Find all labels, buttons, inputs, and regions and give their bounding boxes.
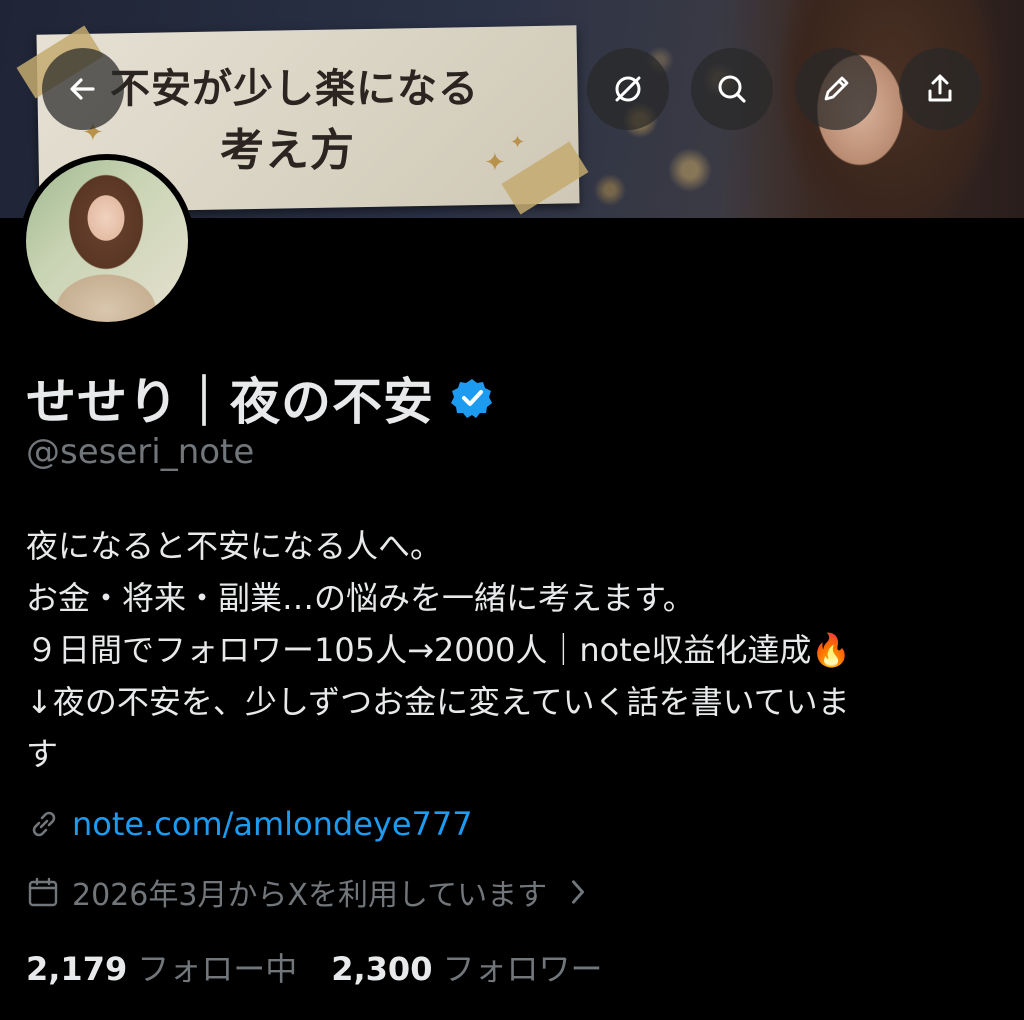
pencil-icon [824,76,849,101]
bio-line: お金・将来・副業…の悩みを一緒に考えます。 [26,579,695,617]
following-label[interactable]: フォロー中 [137,944,297,990]
followers-label[interactable]: フォロワー [442,944,602,990]
back-button[interactable] [42,48,124,130]
search-icon [718,75,746,103]
chevron-right-icon [572,880,585,904]
link-icon [32,811,56,837]
bio-line: ９日間でフォロワー105人→2000人｜note収益化達成🔥 [26,631,852,669]
bio-line: 夜になると不安になる人へ。 [26,527,443,565]
search-button[interactable] [691,48,773,130]
grok-icon [615,76,641,102]
user-handle: @seseri_note [26,432,255,472]
followers-count[interactable]: 2,300 [331,950,432,988]
back-arrow-icon [70,78,95,100]
share-icon [928,74,952,102]
avatar[interactable] [20,154,194,328]
edit-button[interactable] [795,48,877,130]
joined-date: 2026年3月からXを利用しています [72,878,548,913]
display-name: せせり｜夜の不安 [26,373,434,431]
bio-line: す [26,735,59,773]
profile-website-link[interactable]: note.com/amlondeye777 [72,805,473,843]
profile-bio: 夜になると不安になる人へ。 お金・将来・副業…の悩みを一緒に考えます。 ９日間で… [26,520,1006,780]
sparkle-icon: ✦ [510,132,526,153]
joined-row[interactable]: 2026年3月からXを利用しています [26,870,595,914]
follow-stats: 2,179 フォロー中 2,300 フォロワー [26,944,636,990]
sparkle-icon: ✦ [484,148,506,178]
bio-line: ↓夜の不安を、少しずつお金に変えていく話を書いていま [26,683,850,721]
share-button[interactable] [899,48,981,130]
profile-name-row: せせり｜夜の不安 [26,362,494,434]
avatar-image [26,160,188,322]
profile-link-row: note.com/amlondeye777 [26,805,473,843]
banner-title-line1: 不安が少し楽になる [110,66,479,112]
grok-button[interactable] [587,48,669,130]
verified-badge-icon[interactable] [450,376,494,420]
calendar-icon [28,877,58,907]
following-count[interactable]: 2,179 [26,950,127,988]
